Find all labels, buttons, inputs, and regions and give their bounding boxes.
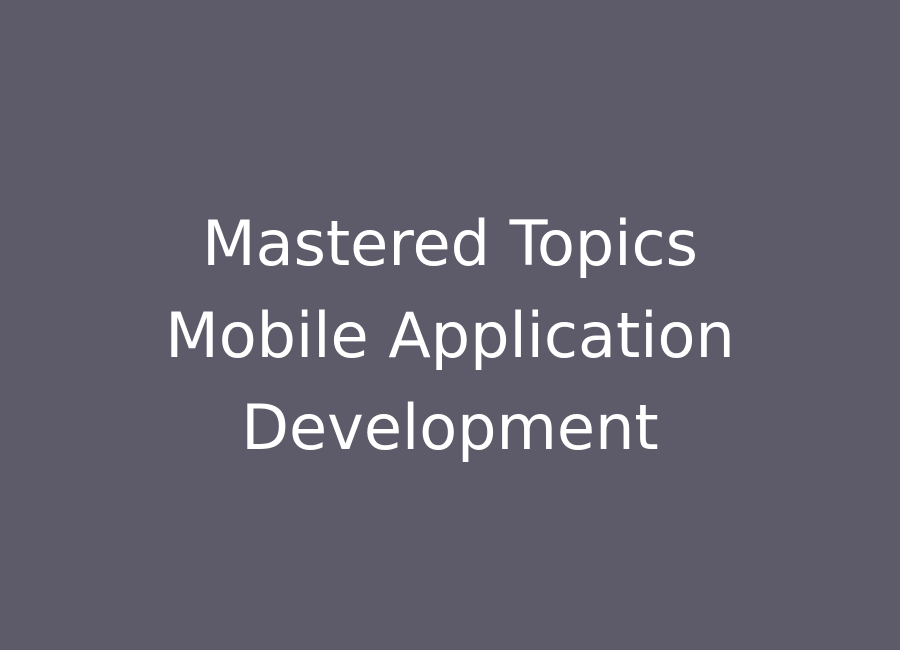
headline-line-2: Mobile Application xyxy=(165,299,735,372)
slide-canvas: Mastered Topics Mobile Application Devel… xyxy=(0,0,900,650)
headline-line-3: Development xyxy=(241,391,659,464)
headline: Mastered Topics Mobile Application Devel… xyxy=(0,198,900,474)
headline-line-1: Mastered Topics xyxy=(202,207,698,280)
